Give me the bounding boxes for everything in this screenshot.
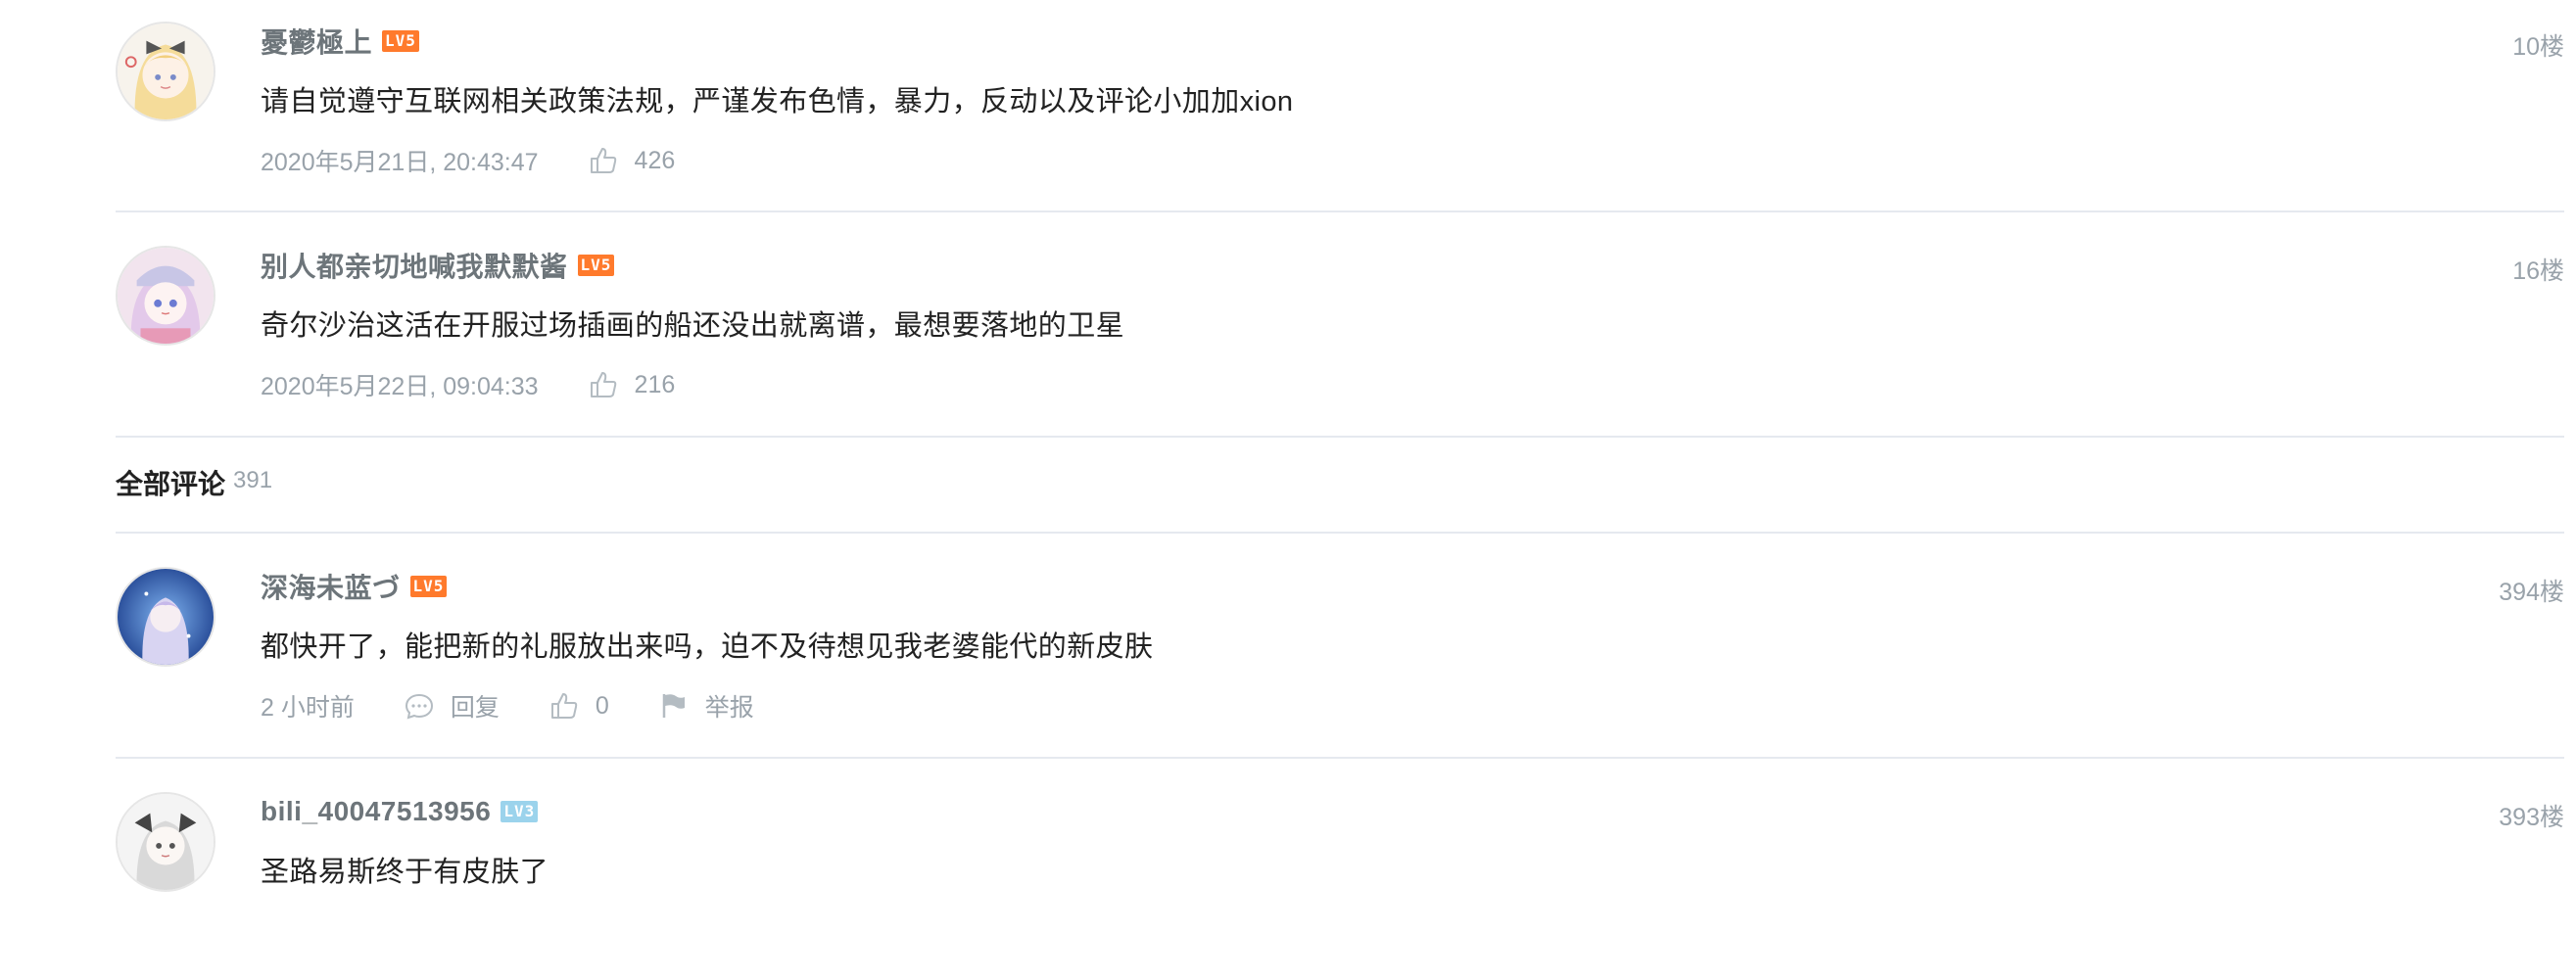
comment-time: 2020年5月21日, 20:43:47 (261, 149, 539, 176)
like-count: 0 (595, 691, 609, 720)
level-badge: LV5 (382, 30, 419, 52)
all-comments-header: 全部评论 391 (116, 438, 2564, 534)
comment-time: 2020年5月22日, 09:04:33 (261, 373, 539, 400)
level-badge: LV5 (577, 255, 615, 276)
thumbs-up-icon[interactable] (588, 145, 619, 176)
floor-number: 393楼 (2499, 804, 2564, 831)
user-line: 深海未蓝づ LV5 (261, 567, 448, 606)
section-count: 391 (233, 467, 273, 493)
comment-text: 请自觉遵守互联网相关政策法规，严谨发布色情，暴力，反动以及评论小加加xion (261, 86, 1294, 117)
user-line: 别人都亲切地喊我默默酱 LV5 (261, 246, 615, 285)
section-title: 全部评论 (116, 469, 226, 499)
avatar[interactable] (116, 246, 215, 346)
floor-number: 16楼 (2512, 257, 2564, 285)
comment-meta: 2 小时前 回复 0 举报 (261, 688, 803, 723)
comment-item: bili_40047513956 LV3 393楼 圣路易斯终于有皮肤了 (116, 759, 2564, 980)
reply-button[interactable]: 回复 (451, 688, 500, 723)
comment-text: 奇尔沙治这活在开服过场插画的船还没出就离谱，最想要落地的卫星 (261, 310, 1125, 342)
hot-comment: 别人都亲切地喊我默默酱 LV5 16楼 奇尔沙治这活在开服过场插画的船还没出就离… (116, 212, 2564, 438)
username[interactable]: bili_40047513956 (261, 796, 491, 827)
comment-text: 都快开了，能把新的礼服放出来吗，迫不及待想见我老婆能代的新皮肤 (261, 631, 1154, 663)
avatar[interactable] (116, 22, 215, 121)
username[interactable]: 别人都亲切地喊我默默酱 (261, 246, 568, 285)
thumbs-up-icon[interactable] (549, 690, 580, 722)
avatar[interactable] (116, 567, 215, 667)
level-badge: LV5 (409, 576, 448, 597)
floor-number: 394楼 (2499, 579, 2564, 606)
username[interactable]: 憂鬱極上 (261, 22, 372, 61)
thumbs-up-icon[interactable] (588, 369, 619, 400)
user-line: 憂鬱極上 LV5 (261, 23, 419, 59)
user-line: bili_40047513956 LV3 (261, 794, 539, 829)
comment-meta: 2020年5月22日, 09:04:33 216 (261, 367, 724, 402)
report-button[interactable]: 举报 (705, 688, 754, 723)
comment-item: 深海未蓝づ LV5 394楼 都快开了，能把新的礼服放出来吗，迫不及待想见我老婆… (116, 534, 2564, 759)
floor-number: 10楼 (2512, 33, 2564, 61)
comment-time: 2 小时前 (261, 694, 355, 722)
comment-meta: 2020年5月21日, 20:43:47 426 (261, 143, 724, 178)
comment-text: 圣路易斯终于有皮肤了 (261, 857, 549, 888)
hot-comment: 憂鬱極上 LV5 10楼 请自觉遵守互联网相关政策法规，严谨发布色情，暴力，反动… (116, 0, 2564, 212)
comment-list: 憂鬱極上 LV5 10楼 请自觉遵守互联网相关政策法规，严谨发布色情，暴力，反动… (116, 0, 2564, 980)
avatar[interactable] (116, 792, 215, 892)
level-badge: LV3 (501, 801, 539, 822)
like-count: 216 (634, 370, 676, 398)
like-count: 426 (634, 146, 676, 174)
username[interactable]: 深海未蓝づ (261, 567, 401, 606)
flag-icon[interactable] (658, 690, 690, 722)
speech-bubble-icon[interactable] (404, 690, 435, 722)
